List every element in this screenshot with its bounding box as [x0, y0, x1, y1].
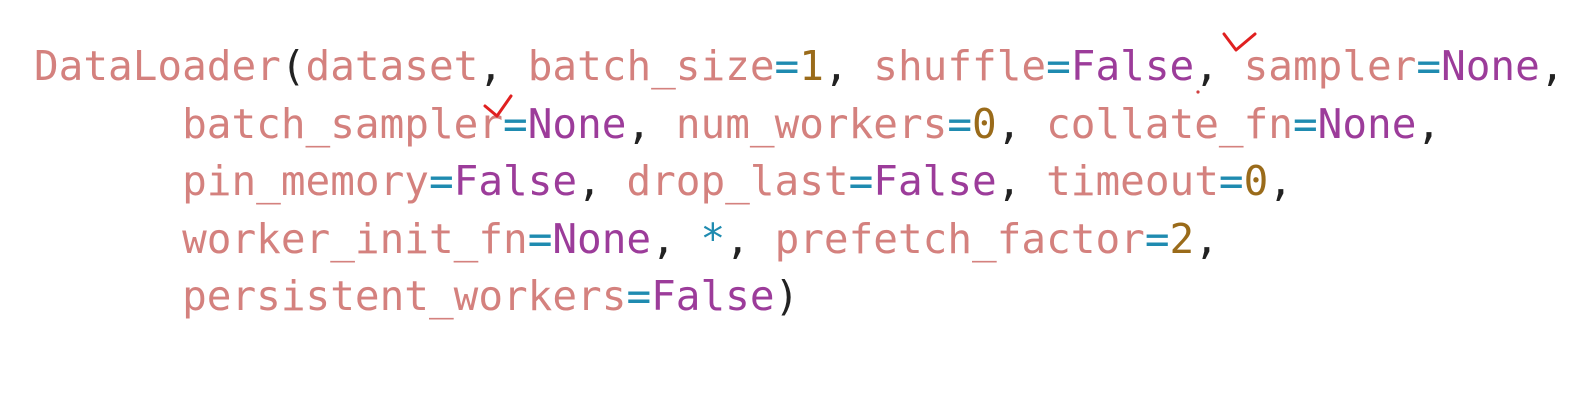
arg-persistent-workers-name: persistent_workers: [182, 272, 627, 320]
comma: ,: [626, 99, 652, 148]
arg-prefetch-factor-name: prefetch_factor: [774, 214, 1145, 263]
arg-num-workers-value: 0: [972, 99, 997, 148]
equals-sign: =: [1218, 157, 1244, 205]
code-line-4: worker_init_fn=None, *, prefetch_factor=…: [34, 211, 1565, 269]
arg-timeout-name: timeout: [1046, 157, 1219, 205]
arg-drop-last-name: drop_last: [626, 157, 849, 205]
arg-prefetch-factor-value: 2: [1169, 214, 1195, 263]
arg-batch-size-value: 1: [799, 42, 824, 90]
arg-shuffle-value: False: [1070, 42, 1195, 90]
equals-sign: =: [503, 99, 528, 148]
code-line-2: batch_sampler=None, num_workers=0, colla…: [34, 96, 1565, 154]
close-paren: ): [774, 272, 800, 320]
arg-collate-fn-name: collate_fn: [1046, 99, 1293, 148]
equals-sign: =: [1046, 42, 1071, 90]
comma: ,: [996, 157, 1022, 205]
arg-shuffle-name: shuffle: [873, 42, 1047, 90]
equals-sign: =: [1292, 99, 1318, 148]
comma: ,: [823, 42, 849, 90]
code-line-1: DataLoader(dataset, batch_size=1, shuffl…: [34, 38, 1565, 96]
arg-worker-init-fn-name: worker_init_fn: [182, 214, 528, 263]
code-line-5: persistent_workers=False): [34, 268, 1565, 326]
comma: ,: [651, 214, 676, 263]
code-line-3: pin_memory=False, drop_last=False, timeo…: [34, 153, 1565, 211]
comma: ,: [1194, 214, 1219, 263]
comma: ,: [996, 99, 1022, 148]
equals-sign: =: [1144, 214, 1170, 263]
arg-batch-size-name: batch_size: [527, 42, 775, 90]
arg-num-workers-name: num_workers: [675, 99, 948, 148]
equals-sign: =: [774, 42, 800, 90]
arg-batch-sampler-value: None: [527, 99, 627, 148]
comma: ,: [1268, 157, 1293, 205]
equals-sign: =: [947, 99, 973, 148]
function-name: DataLoader: [34, 42, 281, 90]
comma: ,: [577, 157, 602, 205]
arg-dataset: dataset: [305, 42, 479, 90]
arg-worker-init-fn-value: None: [552, 214, 652, 263]
equals-sign: =: [626, 272, 652, 320]
equals-sign: =: [848, 157, 874, 205]
arg-pin-memory-value: False: [453, 157, 578, 205]
arg-timeout-value: 0: [1243, 157, 1269, 205]
comma: ,: [725, 214, 750, 263]
arg-pin-memory-name: pin_memory: [182, 157, 429, 205]
equals-sign: =: [527, 214, 553, 263]
arg-sampler-value: None: [1441, 42, 1540, 90]
arg-collate-fn-value: None: [1317, 99, 1417, 148]
comma: ,: [1539, 42, 1565, 90]
equals-sign: =: [1416, 42, 1442, 90]
comma: ,: [478, 42, 504, 90]
arg-sampler-name: sampler: [1243, 42, 1417, 90]
arg-persistent-workers-value: False: [651, 272, 775, 320]
equals-sign: =: [428, 157, 454, 205]
open-paren: (: [280, 42, 306, 90]
arg-drop-last-value: False: [873, 157, 997, 205]
code-signature: DataLoader(dataset, batch_size=1, shuffl…: [34, 38, 1565, 326]
arg-batch-sampler-name: batch_sampler: [182, 99, 504, 148]
keyword-only-star: *: [700, 214, 726, 263]
comma: ,: [1194, 42, 1219, 90]
comma: ,: [1416, 99, 1442, 148]
